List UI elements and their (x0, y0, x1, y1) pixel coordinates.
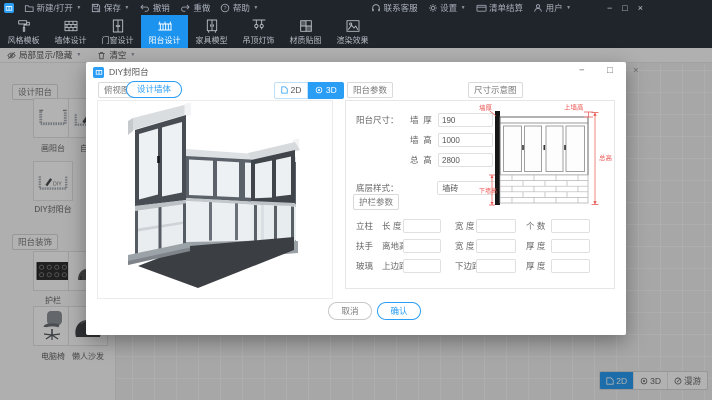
texture-icon (298, 18, 314, 34)
cancel-button[interactable]: 取消 (328, 302, 372, 320)
balcony-glyph-icon (95, 68, 103, 76)
window-controls: − □ × (607, 3, 643, 13)
titlebar-right: 联系客服 设置 ▼ 清单结算 用户 ▼ − □ × (371, 0, 643, 15)
menu-settings[interactable]: 设置 ▼ (428, 2, 466, 14)
help-icon: ? (220, 3, 230, 13)
menu-new-open[interactable]: 新建/打开 ▼ (24, 2, 81, 14)
furniture-icon (204, 18, 220, 34)
dialog-maximize-button[interactable]: □ (607, 65, 613, 76)
menu-save[interactable]: 保存 ▼ (91, 2, 129, 14)
dim-total-height-label: 总高 (599, 153, 613, 162)
dimension-diagram: 墙厚 上墙高 总高 下墙高 (479, 103, 614, 209)
glass-top-margin-input[interactable] (403, 259, 441, 273)
app-window: 新建/打开 ▼ 保存 ▼ 撤销 重做 ? 帮助 ▼ (0, 0, 712, 400)
app-titlebar: 新建/打开 ▼ 保存 ▼ 撤销 重做 ? 帮助 ▼ (0, 0, 712, 15)
ribbon-style-templates[interactable]: 风格模板 (0, 15, 47, 48)
3d-view-icon (315, 86, 323, 94)
param-row-wall-height: 墙 高 (356, 133, 493, 147)
chevron-down-icon: ▼ (461, 5, 466, 11)
dialog-3d-button[interactable]: 3D (308, 82, 343, 99)
confirm-button[interactable]: 确认 (377, 302, 421, 320)
dialog-titlebar[interactable]: DIY封阳台 − □ × (86, 62, 626, 82)
chevron-down-icon: ▼ (566, 5, 571, 11)
tab-design-wall[interactable]: 设计墙体 (126, 81, 182, 98)
ribbon-door-window-design[interactable]: 门窗设计 (94, 15, 141, 48)
dialog-app-icon (93, 67, 104, 78)
dialog-title: DIY封阳台 (109, 66, 149, 78)
railing-row-glass: 玻璃 上边距 下边距 厚 度 (356, 259, 590, 273)
svg-text:?: ? (224, 5, 227, 11)
balcony-fence-icon (157, 18, 173, 34)
canvas-area[interactable]: 局部显示/隐藏 ▼ 清空 ▼ 设计阳台 画阳台 自动 DIY DIY封 (0, 48, 712, 400)
card-icon (476, 3, 487, 13)
door-window-icon (110, 18, 126, 34)
headset-icon (371, 3, 381, 13)
redo-icon (180, 3, 191, 13)
dialog-close-button[interactable]: × (633, 65, 639, 76)
menu-help[interactable]: ? 帮助 ▼ (220, 2, 258, 14)
post-count-input[interactable] (551, 219, 590, 233)
user-icon (533, 3, 543, 13)
main-ribbon: 风格模板 墙体设计 门窗设计 阳台设计 家具模型 吊顶灯饰 材质贴图 渲染效果 (0, 15, 712, 48)
section-balcony-params: 阳台参数 (347, 82, 393, 98)
param-row-wall-thickness: 阳台尺寸： 墙 厚 (356, 113, 493, 127)
menu-user[interactable]: 用户 ▼ (533, 2, 571, 14)
dim-lower-wall-label: 下墙高 (479, 187, 497, 195)
menu-redo[interactable]: 重做 (180, 2, 211, 14)
ribbon-ceiling-lights[interactable]: 吊顶灯饰 (235, 15, 282, 48)
dialog-2d-button[interactable]: 2D (274, 82, 308, 99)
chevron-down-icon: ▼ (124, 5, 129, 11)
balcony-logo-glyph (5, 4, 13, 12)
dialog-view-toggle: 2D 3D (274, 82, 344, 99)
2d-plan-icon (281, 86, 288, 94)
folder-icon (24, 3, 34, 13)
balcony-3d-preview[interactable] (97, 100, 333, 299)
app-logo-icon (4, 3, 14, 13)
chevron-down-icon: ▼ (76, 5, 81, 11)
ribbon-balcony-design[interactable]: 阳台设计 (141, 15, 188, 48)
menu-contact-support[interactable]: 联系客服 (371, 2, 418, 14)
dim-wall-thickness-label: 墙厚 (479, 103, 493, 112)
ribbon-render-effects[interactable]: 渲染效果 (329, 15, 376, 48)
ribbon-furniture-models[interactable]: 家具模型 (188, 15, 235, 48)
photo-icon (345, 18, 361, 34)
maximize-button[interactable]: □ (622, 3, 627, 13)
handrail-height-input[interactable] (403, 239, 441, 253)
param-row-total-height: 总 高 (356, 153, 493, 167)
menu-undo[interactable]: 撤销 (139, 2, 170, 14)
handrail-width-input[interactable] (476, 239, 516, 253)
section-railing-params: 护栏参数 (353, 194, 399, 210)
brick-wall-icon (63, 18, 79, 34)
ribbon-wall-design[interactable]: 墙体设计 (47, 15, 94, 48)
railing-row-handrail: 扶手 离地高 宽 度 厚 度 (356, 239, 590, 253)
post-width-input[interactable] (476, 219, 516, 233)
section-dimension-diagram: 尺寸示意图 (468, 82, 523, 98)
gear-icon (428, 3, 438, 13)
railing-row-post: 立柱 长 度 宽 度 个 数 (356, 219, 590, 233)
save-icon (91, 3, 101, 13)
menu-billing[interactable]: 清单结算 (476, 2, 524, 14)
ribbon-material-textures[interactable]: 材质贴图 (282, 15, 329, 48)
handrail-thickness-input[interactable] (551, 239, 590, 253)
glass-thickness-input[interactable] (551, 259, 590, 273)
glass-bottom-margin-input[interactable] (476, 259, 516, 273)
balcony-size-label: 阳台尺寸： (356, 114, 410, 126)
post-length-input[interactable] (403, 219, 441, 233)
params-panel: 阳台尺寸： 墙 厚 墙 高 总 高 底层样式： (345, 100, 615, 289)
bottom-style-label: 底层样式： (356, 182, 409, 194)
undo-icon (139, 3, 150, 13)
titlebar-menu: 新建/打开 ▼ 保存 ▼ 撤销 重做 ? 帮助 ▼ (0, 2, 258, 14)
pendant-lights-icon (251, 18, 267, 34)
chevron-down-icon: ▼ (253, 5, 258, 11)
dialog-minimize-button[interactable]: − (579, 65, 585, 76)
minimize-button[interactable]: − (607, 3, 612, 13)
paint-roller-icon (16, 18, 32, 34)
close-button[interactable]: × (638, 3, 643, 13)
balcony-3d-model (98, 101, 332, 298)
diy-balcony-dialog: DIY封阳台 − □ × 俯视图 设计墙体 2D 3D 阳台参数 尺寸示意图 (86, 62, 626, 335)
dim-upper-wall-label: 上墙高 (564, 103, 584, 112)
